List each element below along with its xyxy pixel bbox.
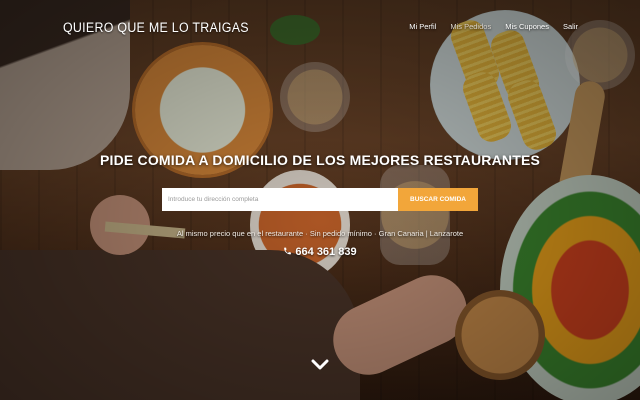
search-food-button[interactable]: BUSCAR COMIDA	[398, 188, 478, 211]
phone-icon	[284, 247, 292, 255]
brand-logo[interactable]: QUIERO QUE ME LO TRAIGAS	[63, 20, 249, 35]
phone-number: 664 361 839	[295, 246, 357, 258]
address-search: BUSCAR COMIDA	[162, 188, 478, 211]
nav-my-orders[interactable]: Mis Pedidos	[450, 22, 491, 31]
tagline: Al mismo precio que en el restaurante · …	[176, 229, 464, 238]
scroll-down-button[interactable]	[311, 358, 329, 372]
top-bar: QUIERO QUE ME LO TRAIGAS Mi Perfil Mis P…	[0, 0, 640, 56]
nav-logout[interactable]: Salir	[563, 22, 578, 31]
main-nav: Mi Perfil Mis Pedidos Mis Cupones Salir	[395, 22, 578, 31]
phone-contact[interactable]: 664 361 839	[0, 246, 640, 258]
nav-my-profile[interactable]: Mi Perfil	[409, 22, 436, 31]
nav-my-coupons[interactable]: Mis Cupones	[505, 22, 549, 31]
hero-title: PIDE COMIDA A DOMICILIO DE LOS MEJORES R…	[99, 152, 541, 168]
chevron-down-icon	[311, 359, 329, 370]
address-input[interactable]	[162, 188, 398, 211]
